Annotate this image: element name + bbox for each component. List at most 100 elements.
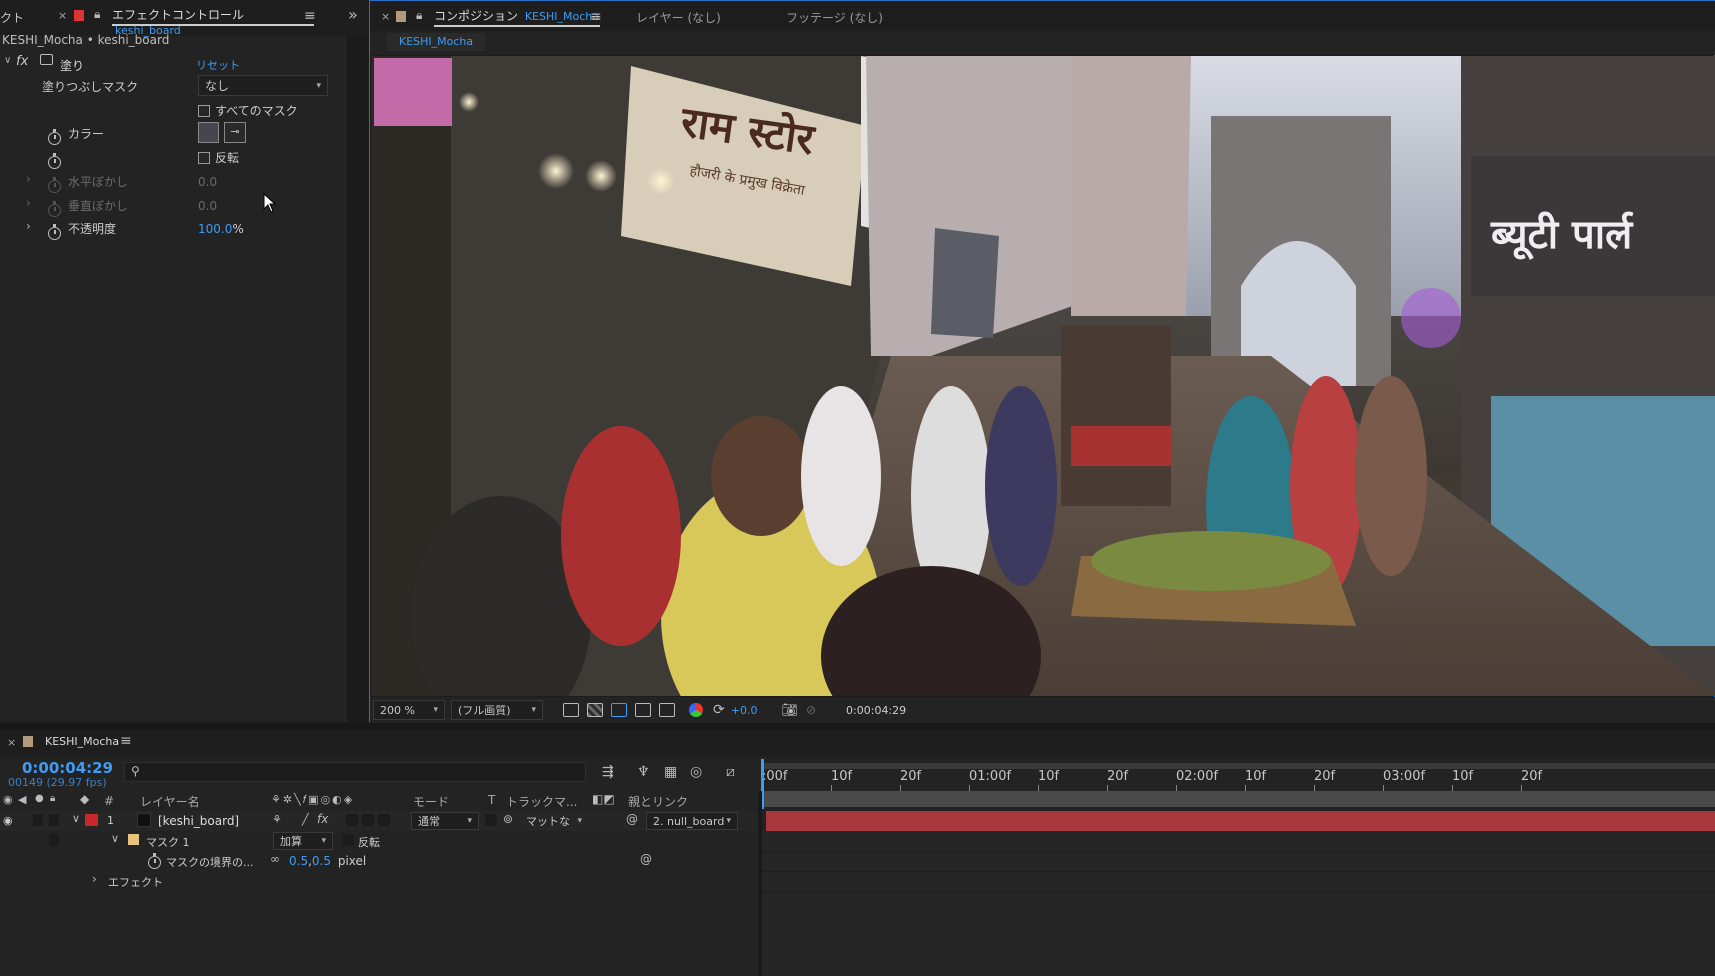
track-matte-dropdown[interactable]: マットな ▾ — [520, 812, 588, 830]
parent-dropdown[interactable]: 2. null_board ▾ — [646, 812, 738, 830]
expression-pickwhip-icon[interactable]: @ — [640, 852, 652, 866]
chevron-right-icon[interactable]: › — [26, 172, 31, 186]
checkbox-box[interactable] — [198, 104, 210, 117]
comp-subtab[interactable]: KESHI_Mocha — [387, 33, 486, 51]
exposure-value[interactable]: +0.0 — [731, 704, 758, 717]
double-chevron-right-icon[interactable]: » — [348, 5, 358, 24]
checkbox-box[interactable] — [198, 151, 210, 164]
opacity-value[interactable]: 100.0 — [198, 222, 232, 236]
lock-icon[interactable]: 🔒︎ — [50, 793, 55, 804]
fast-preview-icon[interactable] — [563, 703, 579, 717]
chevron-down-icon[interactable]: ∨ — [111, 832, 119, 845]
solo-toggle[interactable] — [33, 814, 43, 826]
chevron-right-icon[interactable]: › — [92, 872, 97, 886]
tab-footage[interactable]: フッテージ (なし) — [786, 9, 883, 26]
work-area-range[interactable] — [762, 791, 1715, 807]
resolution-dropdown[interactable]: (フル画質) ▾ — [451, 700, 543, 720]
audio-icon[interactable]: ◀︎ — [18, 793, 26, 806]
current-time-display[interactable]: 0:00:04:29 — [22, 759, 113, 777]
mask-feather-y[interactable]: 0.5 — [312, 854, 331, 868]
region-of-interest-icon[interactable] — [635, 703, 651, 717]
previous-panel-tab[interactable]: クト — [0, 9, 24, 26]
column-layer-name[interactable]: レイヤー名 — [140, 793, 200, 810]
mask-feather-value[interactable]: 0.5,0.5 pixel — [289, 854, 366, 868]
close-icon[interactable]: × — [7, 736, 16, 749]
stopwatch-icon[interactable] — [48, 176, 61, 193]
chevron-down-icon[interactable]: ∨ — [4, 55, 11, 66]
motion-blur-icon[interactable]: ◎ — [690, 764, 702, 780]
stopwatch-icon[interactable] — [148, 853, 161, 869]
panel-menu-icon[interactable]: ≡ — [590, 9, 602, 25]
frame-blending-icon[interactable]: ▦ — [664, 764, 677, 780]
eye-icon[interactable]: ◉ — [3, 814, 13, 827]
color-channel-icon[interactable] — [689, 703, 703, 717]
adjustment-switch[interactable] — [362, 814, 374, 826]
layer-mode-dropdown[interactable]: 通常 ▾ — [411, 812, 479, 830]
fx-switch-icon[interactable]: fx — [317, 812, 328, 826]
grid-guides-icon[interactable] — [659, 703, 675, 717]
comp-mini-flowchart-icon[interactable]: ⇶ — [602, 764, 614, 780]
layer-name[interactable]: [keshi_board] — [158, 814, 239, 828]
mask-color[interactable] — [128, 834, 139, 845]
mask-invert-checkbox[interactable] — [343, 834, 354, 846]
constrain-link-icon[interactable]: ∞ — [270, 852, 280, 866]
label-tag-icon[interactable]: ◆ — [80, 792, 89, 806]
color-swatch[interactable] — [198, 122, 219, 143]
fx-toggle[interactable]: fx — [16, 54, 28, 69]
layer-label-color[interactable] — [85, 814, 98, 826]
zoom-dropdown[interactable]: 200 % ▾ — [373, 700, 445, 720]
stopwatch-icon[interactable] — [48, 223, 61, 240]
layer-search-input[interactable]: ⚲ — [124, 762, 586, 782]
shy-layers-icon[interactable]: ♆ — [637, 764, 650, 780]
close-icon[interactable]: × — [381, 10, 390, 23]
fill-mask-dropdown[interactable]: なし ▾ — [198, 75, 328, 96]
reset-link[interactable]: リセット — [196, 57, 240, 73]
mask-mode-dropdown[interactable]: 加算 ▾ — [273, 832, 333, 850]
tab-effect-controls[interactable]: エフェクトコントロール keshi_board — [112, 6, 314, 37]
matte-link-icon[interactable]: ⊚ — [503, 812, 513, 826]
pick-whip-icon[interactable]: @ — [626, 812, 638, 826]
time-ruler[interactable]: :00f 10f 20f 01:00f 10f 20f 02:00f 10f 20f 03:00f… — [762, 759, 1715, 793]
effect-preset-icon[interactable] — [40, 54, 53, 65]
effects-group-row[interactable]: › エフェクト — [0, 871, 760, 891]
layer-duration-bar[interactable] — [766, 811, 1715, 831]
mask-toggle[interactable] — [49, 834, 59, 846]
v-feather-value[interactable]: 0.0 — [198, 199, 217, 213]
shy-switch-icon[interactable]: ⚘ — [272, 813, 282, 826]
solo-icon[interactable]: ● — [35, 793, 44, 804]
composition-viewer[interactable]: राम स्टोर हौजरी के प्रमुख विक्रेता ब्यूट… — [371, 56, 1715, 696]
chevron-right-icon[interactable]: › — [26, 196, 31, 210]
mask-feather-x[interactable]: 0.5 — [289, 854, 308, 868]
close-icon[interactable]: × — [58, 9, 67, 22]
panel-menu-icon[interactable]: ≡ — [120, 733, 132, 749]
show-snapshot-icon[interactable]: ⊘ — [806, 703, 816, 717]
transparency-grid-icon[interactable] — [587, 703, 603, 717]
tab-layer[interactable]: レイヤー (なし) — [636, 9, 721, 26]
eye-icon[interactable]: ◉ — [3, 793, 13, 806]
chevron-right-icon[interactable]: › — [26, 219, 31, 233]
mask-name[interactable]: マスク 1 — [146, 834, 190, 850]
mask-visibility-icon[interactable] — [611, 703, 627, 717]
preserve-transparency-toggle[interactable] — [485, 814, 497, 826]
tab-timeline[interactable]: KESHI_Mocha — [45, 735, 119, 748]
lock-icon[interactable]: 🔒︎ — [94, 7, 100, 22]
stopwatch-icon[interactable] — [48, 152, 61, 169]
eyedropper-icon[interactable]: ⊸ — [224, 122, 246, 143]
all-masks-checkbox[interactable]: すべてのマスク — [198, 102, 298, 119]
graph-editor-icon[interactable]: ⧄ — [726, 764, 735, 780]
panel-scroll-gutter[interactable] — [347, 36, 367, 722]
invert-checkbox[interactable]: 反転 — [198, 149, 239, 166]
mask-row[interactable]: ∨ マスク 1 加算 ▾ 反転 — [0, 831, 760, 851]
quality-switch-icon[interactable]: ╱ — [302, 813, 309, 826]
preview-timecode[interactable]: 0:00:04:29 — [846, 704, 906, 717]
opacity-field[interactable]: 100.0% — [198, 222, 244, 236]
tab-composition[interactable]: コンポジション KESHI_Mocha — [434, 7, 600, 27]
layer-row[interactable]: ◉ ∨ 1 [keshi_board] ⚘ ╱ fx 通常 ▾ ⊚ マットな ▾… — [0, 811, 760, 831]
lock-icon[interactable]: 🔒︎ — [416, 8, 422, 23]
stopwatch-icon[interactable] — [48, 128, 61, 145]
3d-switch[interactable] — [378, 814, 390, 826]
reset-exposure-icon[interactable]: ⟳ — [713, 702, 725, 718]
camera-snapshot-icon[interactable]: 📷︎ — [781, 703, 798, 718]
motion-blur-switch[interactable] — [346, 814, 358, 826]
effect-header-row[interactable]: ∨ fx 塗り リセット — [0, 52, 350, 76]
